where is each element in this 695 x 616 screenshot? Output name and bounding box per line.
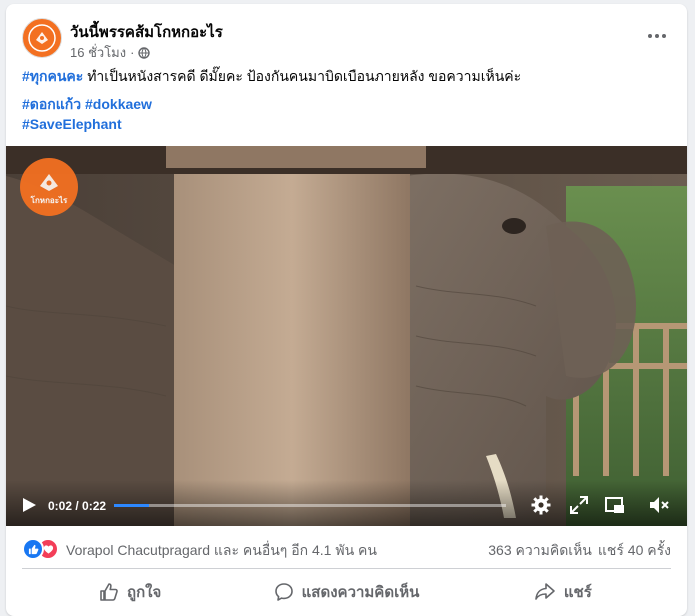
comment-icon bbox=[274, 583, 293, 601]
hashtag-link[interactable]: #dokkaew bbox=[85, 96, 152, 112]
video-player[interactable]: โกหกอะไร 0:02 / 0:22 bbox=[6, 146, 687, 526]
reactions-bar: Vorapol Chacutpragard และ คนอื่นๆ อีก 4.… bbox=[22, 536, 671, 560]
hashtag-link[interactable]: #ทุกคนคะ bbox=[22, 68, 83, 84]
video-frame bbox=[6, 146, 687, 526]
post-header: วันนี้พรรคส้มโกหกอะไร 16 ชั่วโมง · bbox=[22, 16, 671, 60]
post-text: #ทุกคนคะ ทำเป็นหนังสารคดี ดีมั๊ยคะ ป้องก… bbox=[22, 66, 671, 134]
video-watermark: โกหกอะไร bbox=[20, 158, 78, 216]
like-label: ถูกใจ bbox=[127, 584, 162, 601]
post-card: วันนี้พรรคส้มโกหกอะไร 16 ชั่วโมง · #ทุกค… bbox=[6, 4, 687, 616]
globe-icon[interactable] bbox=[138, 46, 151, 59]
comment-count[interactable]: 363 ความคิดเห็น bbox=[488, 540, 592, 562]
share-label: แชร์ bbox=[563, 584, 592, 601]
post-timestamp[interactable]: 16 ชั่วโมง bbox=[70, 42, 126, 63]
hashtag-link[interactable]: #SaveElephant bbox=[22, 116, 122, 132]
progress-bar[interactable] bbox=[114, 504, 506, 507]
comment-button[interactable]: แสดงความคิดเห็น bbox=[238, 574, 454, 610]
post-actions: ถูกใจ แสดงความคิดเห็น แชร์ bbox=[22, 574, 671, 610]
settings-icon[interactable] bbox=[530, 494, 552, 516]
more-icon[interactable] bbox=[643, 24, 671, 48]
actions-divider bbox=[22, 568, 671, 569]
watermark-text: โกหกอะไร bbox=[30, 195, 68, 205]
post-body: ทำเป็นหนังสารคดี ดีมั๊ยคะ ป้องกันคนมาบิด… bbox=[83, 68, 522, 84]
page-name[interactable]: วันนี้พรรคส้มโกหกอะไร bbox=[70, 20, 223, 44]
page-avatar[interactable] bbox=[22, 18, 62, 58]
watermark-logo-icon bbox=[40, 173, 58, 191]
comment-label: แสดงความคิดเห็น bbox=[301, 584, 420, 601]
hashtag-link[interactable]: #ดอกแก้ว bbox=[22, 96, 81, 112]
reaction-icons[interactable] bbox=[22, 538, 60, 560]
video-controls: 0:02 / 0:22 bbox=[6, 480, 687, 526]
like-button[interactable]: ถูกใจ bbox=[22, 574, 238, 610]
hashtag-line: #ดอกแก้ว #dokkaew #SaveElephant bbox=[22, 94, 671, 134]
share-button[interactable]: แชร์ bbox=[455, 574, 671, 610]
fullscreen-icon[interactable] bbox=[568, 494, 590, 516]
reaction-names[interactable]: Vorapol Chacutpragard และ คนอื่นๆ อีก 4.… bbox=[66, 540, 377, 562]
like-reaction-icon bbox=[22, 538, 44, 560]
mute-icon[interactable] bbox=[648, 494, 670, 516]
meta-separator: · bbox=[130, 45, 135, 60]
reaction-counts: 363 ความคิดเห็น แชร์ 40 ครั้ง bbox=[488, 540, 671, 562]
thumbs-up-icon bbox=[100, 583, 118, 601]
share-arrow-icon bbox=[535, 583, 555, 600]
play-icon[interactable] bbox=[20, 496, 38, 514]
avatar-logo-icon bbox=[28, 24, 56, 52]
post-text-line: #ทุกคนคะ ทำเป็นหนังสารคดี ดีมั๊ยคะ ป้องก… bbox=[22, 66, 671, 86]
post-meta: 16 ชั่วโมง · bbox=[70, 42, 151, 63]
progress-fill bbox=[114, 504, 150, 507]
share-count[interactable]: แชร์ 40 ครั้ง bbox=[598, 540, 671, 562]
video-timecode: 0:02 / 0:22 bbox=[48, 499, 107, 513]
pip-icon[interactable] bbox=[604, 494, 626, 516]
